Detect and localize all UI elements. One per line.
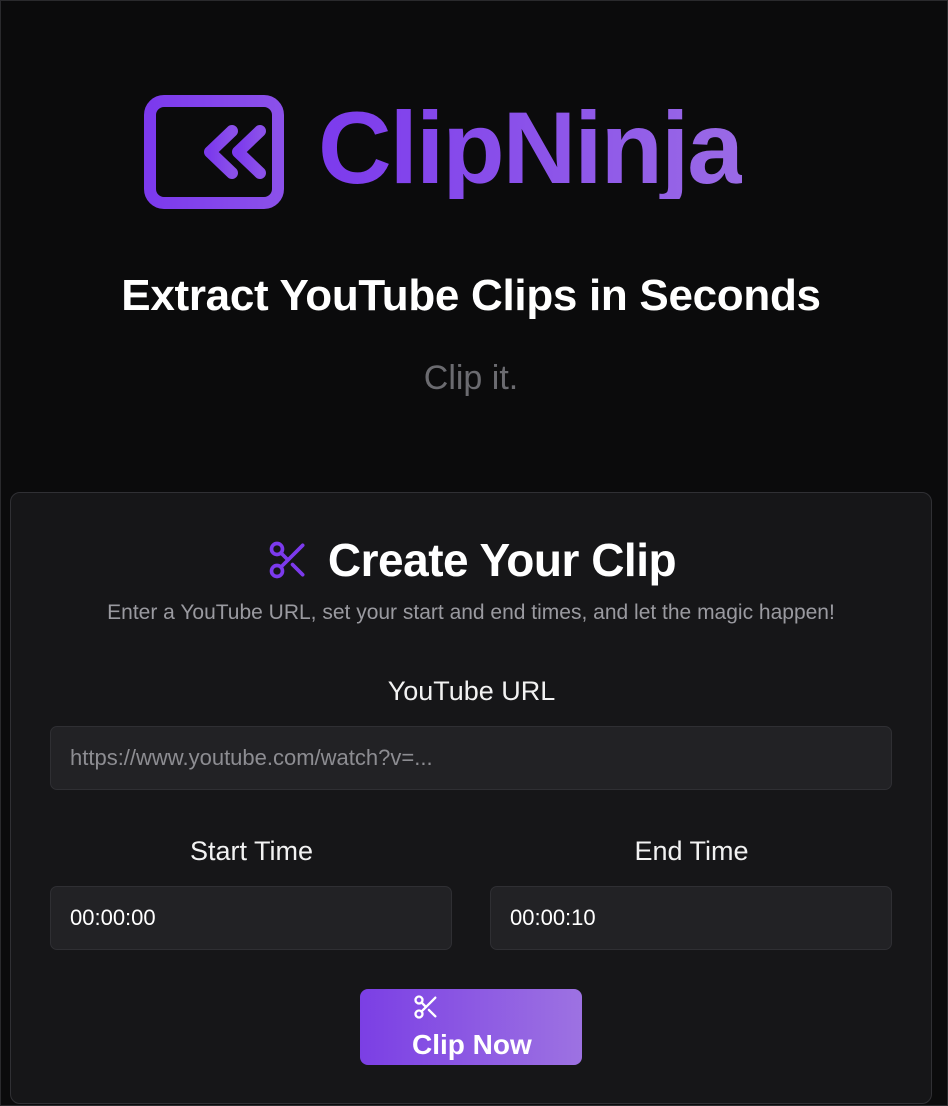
clip-now-button[interactable]: Clip Now (360, 989, 582, 1065)
scissors-icon (414, 995, 437, 1019)
brand-name: ClipNinja (318, 91, 744, 205)
app-page: ClipNinja Extract YouTube Clips in Secon… (0, 0, 948, 1106)
scissors-icon (269, 541, 305, 579)
clip-now-label: Clip Now (412, 1029, 532, 1060)
clip-form-card: Create Your Clip Enter a YouTube URL, se… (10, 492, 932, 1104)
card-title: Create Your Clip (327, 534, 677, 586)
youtube-url-input[interactable] (50, 726, 892, 790)
brand-logo: ClipNinja (144, 91, 744, 209)
rewind-double-chevron-icon (144, 95, 284, 209)
end-time-input[interactable] (490, 886, 892, 950)
start-time-label: Start Time (189, 836, 314, 866)
hero-headline: Extract YouTube Clips in Seconds (121, 271, 821, 320)
start-time-input[interactable] (50, 886, 452, 950)
end-time-label: End Time (634, 836, 749, 866)
card-subtitle: Enter a YouTube URL, set your start and … (107, 601, 835, 624)
hero-tagline: Clip it. (423, 359, 519, 397)
card-title-row: Create Your Clip (11, 533, 931, 587)
youtube-url-label: YouTube URL (387, 676, 556, 706)
